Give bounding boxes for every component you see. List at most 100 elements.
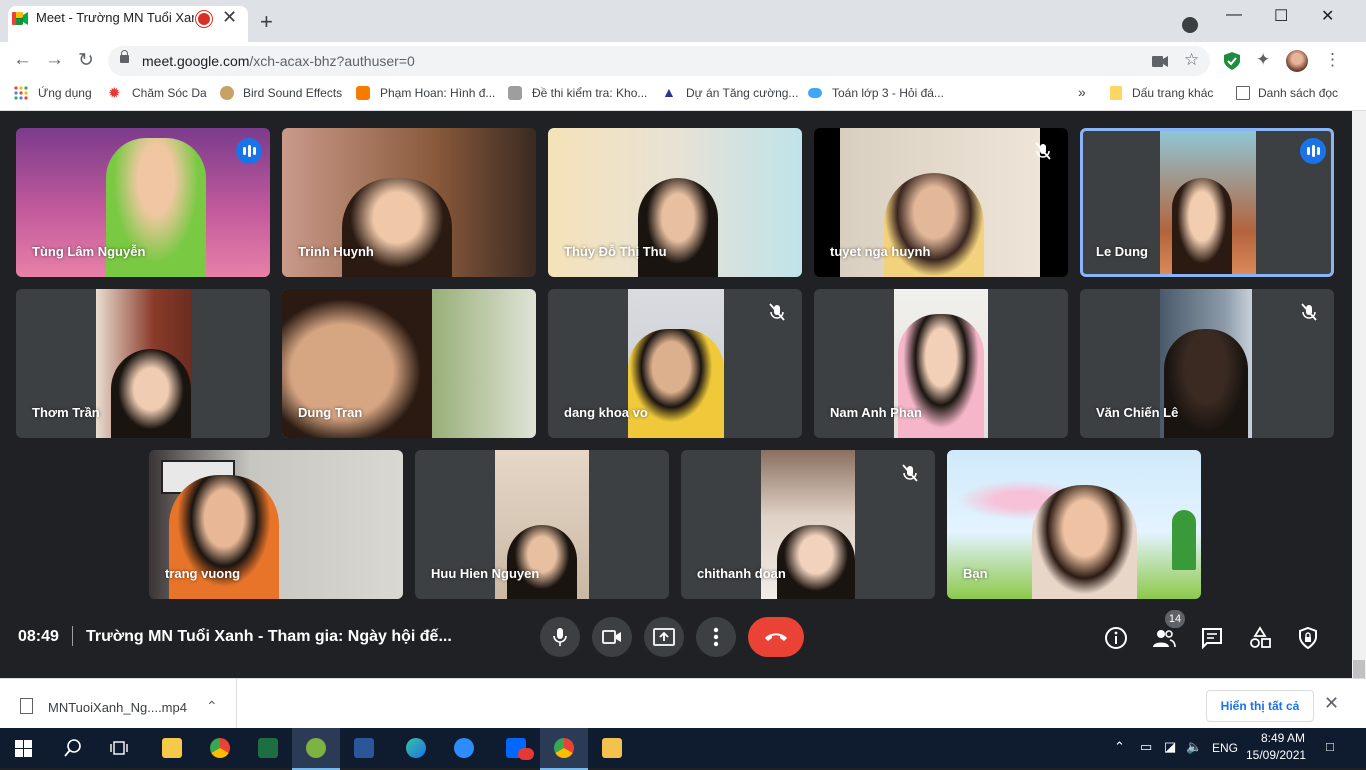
mic-off-icon [902, 464, 918, 482]
microphone-button[interactable] [540, 617, 580, 657]
bookmarks-more-button[interactable]: » [1078, 84, 1086, 100]
bookmark-pham-hoan[interactable]: Phạm Hoan: Hình đ... [380, 86, 495, 100]
speaking-indicator-icon [236, 138, 262, 164]
other-bookmarks[interactable]: Dấu trang khác [1132, 86, 1213, 100]
chevron-up-icon[interactable]: ⌃ [1114, 739, 1125, 755]
participant-name: dang khoa vo [564, 405, 648, 420]
notifications-icon[interactable]: □ [1326, 739, 1334, 754]
tab-close-icon[interactable]: ✕ [222, 7, 237, 28]
page-scrollbar[interactable] [1352, 111, 1366, 678]
participant-video [1164, 329, 1248, 438]
participant-video [777, 525, 855, 599]
notification-badge [518, 748, 534, 760]
chevron-up-icon[interactable]: ⌃ [206, 698, 218, 715]
window-close-button[interactable]: ✕ [1321, 6, 1334, 26]
divider [72, 626, 73, 646]
participant-tile[interactable]: dang khoa vo [548, 289, 802, 438]
taskbar-zalo[interactable] [492, 728, 540, 768]
extensions-icon[interactable]: ✦ [1256, 50, 1270, 70]
word-icon [354, 738, 374, 758]
tab-title: Meet - Trường MN Tuổi Xanh [36, 10, 194, 25]
forward-icon[interactable]: → [45, 49, 64, 71]
reading-list[interactable]: Danh sách đọc [1258, 86, 1338, 100]
back-icon[interactable]: ← [13, 49, 32, 71]
bookmark-bird-sound[interactable]: Bird Sound Effects [243, 86, 342, 100]
windows-start-icon[interactable] [15, 740, 32, 757]
participant-tile[interactable]: Trinh Huynh [282, 128, 536, 277]
participant-name: Văn Chiến Lê [1096, 405, 1179, 420]
shield-extension-icon[interactable] [1224, 52, 1240, 70]
participant-name: tuyet nga huynh [830, 244, 931, 259]
bookmark-apps[interactable]: Ứng dụng [38, 86, 92, 100]
activities-icon[interactable] [1248, 626, 1272, 650]
participant-name: Le Dung [1096, 244, 1148, 259]
bookmark-toan-lop-3[interactable]: Toán lớp 3 - Hỏi đá... [832, 86, 944, 100]
participant-tile[interactable]: Dung Tran [282, 289, 536, 438]
participant-tile[interactable]: Văn Chiến Lê [1080, 289, 1334, 438]
taskbar-edge[interactable] [392, 728, 440, 768]
minimize-button[interactable]: — [1226, 6, 1242, 24]
meeting-details-icon[interactable] [1104, 626, 1128, 650]
participant-tile[interactable]: Thơm Trần [16, 289, 270, 438]
participant-tile[interactable]: Thủy Đỗ Thị Thu [548, 128, 802, 277]
taskbar-chrome-active[interactable] [540, 728, 588, 770]
new-tab-button[interactable]: + [260, 9, 273, 35]
show-all-downloads-button[interactable]: Hiển thị tất cả [1206, 690, 1314, 722]
leave-call-button[interactable] [748, 617, 804, 657]
taskbar-app[interactable] [292, 728, 340, 770]
close-downloads-icon[interactable]: ✕ [1324, 693, 1339, 714]
system-date[interactable]: 15/09/2021 [1246, 748, 1306, 762]
participant-tile[interactable]: Le Dung [1080, 128, 1334, 277]
cloud-bookmark-icon [808, 88, 822, 98]
participant-video [342, 178, 452, 277]
lock-icon[interactable] [120, 50, 129, 63]
battery-icon[interactable]: ▭ [1140, 739, 1152, 755]
meeting-clock: 08:49 [18, 628, 59, 645]
system-time[interactable]: 8:49 AM [1255, 731, 1311, 745]
speaking-indicator-icon [1300, 138, 1326, 164]
participant-tile[interactable]: chithanh doan [681, 450, 935, 599]
google-meet-icon [12, 12, 28, 25]
reload-icon[interactable]: ↻ [78, 49, 94, 72]
document-bookmark-icon [508, 86, 522, 100]
search-icon[interactable] [64, 739, 82, 757]
profile-avatar[interactable] [1286, 50, 1308, 72]
participant-tile[interactable]: tuyet nga huynh [814, 128, 1068, 277]
chrome-icon [210, 738, 230, 758]
participant-tile[interactable]: Bạn [947, 450, 1201, 599]
taskbar-word[interactable] [340, 728, 388, 768]
participant-video [1172, 178, 1232, 274]
bookmark-de-thi[interactable]: Đề thi kiểm tra: Kho... [532, 86, 647, 100]
taskbar-zoom[interactable] [440, 728, 488, 768]
chrome-menu-icon[interactable]: ⋮ [1324, 50, 1341, 70]
taskbar-chrome[interactable] [196, 728, 244, 768]
bookmark-cham-soc-da[interactable]: Chăm Sóc Da [132, 86, 207, 100]
bookmark-du-an[interactable]: Dự án Tăng cường... [686, 86, 798, 100]
chat-icon[interactable] [1200, 626, 1224, 650]
task-view-icon[interactable] [110, 740, 128, 756]
taskbar-file-explorer[interactable] [148, 728, 196, 768]
participant-tile[interactable]: Tùng Lâm Nguyễn [16, 128, 270, 277]
more-options-button[interactable] [696, 617, 736, 657]
spa-bookmark-icon: ✹ [108, 85, 121, 102]
participant-tile[interactable]: Nam Anh Phan [814, 289, 1068, 438]
language-indicator[interactable]: ENG [1212, 741, 1238, 755]
bookmark-star-icon[interactable]: ☆ [1184, 50, 1199, 70]
apps-grid-icon[interactable] [14, 86, 28, 100]
url-text[interactable]: meet.google.com/xch-acax-bhz?authuser=0 [142, 53, 415, 69]
participant-tile[interactable]: Huu Hien Nguyen [415, 450, 669, 599]
tab-search-icon[interactable] [1182, 17, 1198, 33]
present-screen-button[interactable] [644, 617, 684, 657]
taskbar-video-app[interactable] [588, 728, 636, 768]
volume-icon[interactable]: 🔈 [1186, 739, 1202, 755]
zoom-icon [454, 738, 474, 758]
maximize-button[interactable]: ☐ [1274, 6, 1288, 26]
host-controls-icon[interactable] [1296, 626, 1320, 650]
people-icon[interactable] [1152, 626, 1176, 650]
network-icon[interactable]: ◪ [1164, 739, 1176, 755]
graduation-cap-icon: ▲ [662, 84, 676, 100]
taskbar-excel[interactable] [244, 728, 292, 768]
camera-button[interactable] [592, 617, 632, 657]
camera-in-use-icon[interactable] [1152, 56, 1168, 67]
participant-tile[interactable]: trang vuong [149, 450, 403, 599]
